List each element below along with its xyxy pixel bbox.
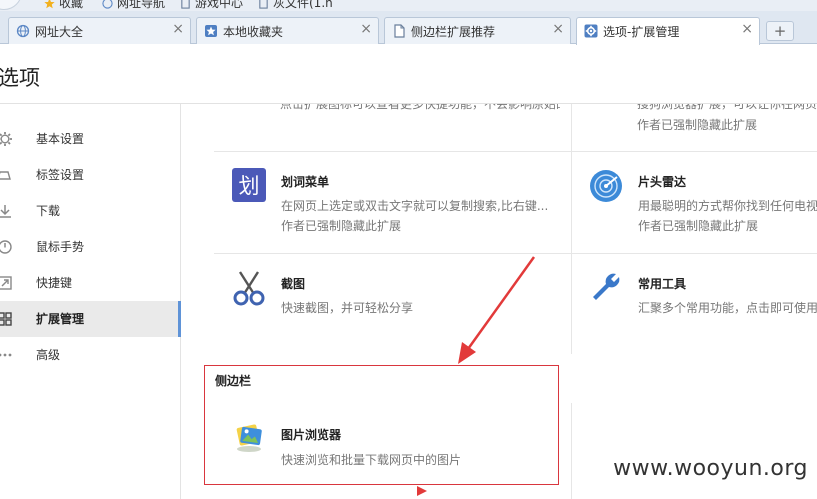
grid-divider: [571, 403, 572, 499]
nav-label: 标签设置: [36, 168, 85, 182]
nav-label: 基本设置: [36, 132, 85, 146]
extension-name: 常用工具: [638, 277, 687, 291]
partial-card-right: 搜狗浏览器扩展，可以让你在网页上直接看到: [572, 104, 817, 112]
options-sidebar: 基本设置 标签设置 下载 鼠标手势 快捷键 扩展管理 高级: [0, 104, 181, 499]
tab-icon: [0, 171, 11, 180]
extension-description: 汇聚多个常用功能，点击即可使用: [638, 301, 817, 315]
extension-note: 作者已强制隐藏此扩展: [637, 118, 758, 132]
extension-note: 作者已强制隐藏此扩展: [638, 219, 759, 233]
dots-icon: [0, 353, 12, 357]
document-icon: [259, 0, 268, 9]
nav-item-download[interactable]: 下载: [0, 193, 181, 229]
bookmark-item-games[interactable]: 游戏中心: [180, 0, 243, 10]
nav-item-mouse-gestures[interactable]: 鼠标手势: [0, 229, 181, 265]
grid-divider: [571, 104, 572, 354]
page-title: 选项: [0, 66, 40, 90]
star-icon: [205, 25, 217, 37]
radar-icon: [590, 170, 622, 202]
bookmark-label: 收藏: [59, 0, 84, 10]
extension-name: 划词菜单: [281, 175, 330, 189]
user-avatar[interactable]: [0, 0, 22, 10]
tab-bar: 网址大全 × 本地收藏夹 × 侧边栏扩展推荐 × 选项-扩展管理 × +: [0, 11, 817, 45]
download-icon: [0, 205, 11, 218]
bookmark-label: 网址导航: [117, 0, 166, 10]
close-icon[interactable]: ×: [172, 21, 184, 37]
gear-icon: [584, 24, 598, 38]
close-icon[interactable]: ×: [741, 21, 753, 37]
extension-description: 在网页上选定或双击文字就可以复制搜索,比右键...: [281, 199, 549, 213]
image-viewer-icon: [236, 424, 262, 452]
extension-description: 快速截图，并可轻松分享: [281, 301, 414, 315]
extension-description: 搜狗浏览器扩展，可以让你在网页上直接看到: [637, 104, 817, 111]
nav-label: 下载: [36, 204, 61, 218]
close-icon[interactable]: ×: [360, 21, 372, 37]
gear-icon: [0, 132, 12, 146]
grid-icon: [0, 312, 12, 326]
extension-name: 图片浏览器: [281, 428, 342, 442]
document-icon: [394, 24, 405, 38]
globe-icon: [102, 0, 113, 9]
document-icon: [181, 0, 190, 9]
extension-note: 作者已强制隐藏此扩展: [281, 219, 402, 233]
grid-divider: [214, 151, 817, 152]
bookmark-item-file[interactable]: 灰文件(1.n: [258, 0, 333, 10]
grid-divider: [214, 253, 817, 254]
bookmark-label: 游戏中心: [195, 0, 244, 10]
extension-name: 截图: [281, 277, 306, 291]
wrench-icon: [593, 273, 620, 300]
nav-label: 高级: [36, 348, 61, 362]
nav-label: 鼠标手势: [36, 240, 85, 254]
tab-sidebar-extensions[interactable]: 侧边栏扩展推荐 ×: [384, 17, 571, 44]
extension-description: 快速浏览和批量下载网页中的图片: [281, 453, 462, 467]
bookmark-label: 灰文件(1.n: [273, 0, 333, 10]
tab-label: 选项-扩展管理: [603, 25, 680, 39]
annotation-arrowhead-small: [417, 486, 427, 496]
extension-description: 用最聪明的方式帮你找到任何电视剧的: [638, 199, 817, 213]
nav-label: 快捷键: [36, 276, 73, 290]
dictionary-icon: 划: [232, 168, 266, 202]
shortcut-icon: [0, 276, 12, 290]
annotation-arrowhead: [458, 342, 476, 364]
svg-text:划: 划: [239, 174, 260, 198]
clock-icon: [0, 240, 12, 254]
tab-label: 本地收藏夹: [223, 25, 284, 39]
extension-description: 点击扩展图标可以查看更多快捷功能，不会影响原始的浏览: [280, 104, 560, 111]
bookmark-item-favorites[interactable]: 收藏: [44, 0, 83, 10]
extension-name: 片头雷达: [638, 175, 687, 189]
section-title: 侧边栏: [215, 374, 252, 388]
nav-item-tab-settings[interactable]: 标签设置: [0, 157, 181, 193]
scissors-icon: [233, 271, 265, 306]
globe-icon: [16, 24, 30, 38]
tab-url-directory[interactable]: 网址大全 ×: [8, 17, 191, 44]
bookmark-item-nav[interactable]: 网址导航: [102, 0, 165, 10]
tab-options-extensions[interactable]: 选项-扩展管理 ×: [576, 17, 760, 45]
star-icon: [44, 0, 55, 9]
nav-item-advanced[interactable]: 高级: [0, 337, 181, 373]
tab-label: 侧边栏扩展推荐: [411, 25, 496, 39]
close-icon[interactable]: ×: [552, 21, 564, 37]
partial-card-left: 点击扩展图标可以查看更多快捷功能，不会影响原始的浏览: [214, 104, 571, 112]
bookmark-bar: 收藏 网址导航 游戏中心 灰文件(1.n: [0, 0, 817, 11]
nav-item-shortcuts[interactable]: 快捷键: [0, 265, 181, 301]
new-tab-button[interactable]: +: [766, 21, 794, 41]
watermark: www.wooyun.org: [613, 456, 808, 481]
nav-item-basic-settings[interactable]: 基本设置: [0, 121, 181, 157]
nav-item-extension-management[interactable]: 扩展管理: [0, 301, 181, 337]
tab-local-favorites[interactable]: 本地收藏夹 ×: [196, 17, 379, 44]
nav-label: 扩展管理: [36, 312, 85, 326]
tab-label: 网址大全: [35, 25, 84, 39]
